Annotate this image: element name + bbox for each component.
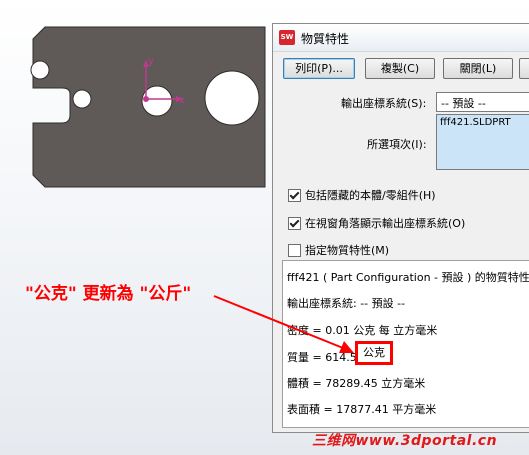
assign-props-checkbox[interactable] [288, 243, 301, 257]
output-coord-value: -- 預設 -- [441, 97, 486, 110]
assign-props-label: 指定物質特性(M) [305, 244, 390, 257]
area-line: 表面積 = 17877.41 平方毫米 [287, 403, 437, 416]
mass-unit-highlight: 公克 [355, 341, 393, 365]
volume-line: 體積 = 78289.45 立方毫米 [287, 377, 426, 390]
include-hidden-option[interactable]: 包括隱藏的本體/零組件(H) [288, 187, 436, 203]
list-item[interactable]: fff421.SLDPRT [440, 117, 511, 128]
show-coord-option[interactable]: 在視窗角落顯示輸出座標系統(O) [288, 215, 465, 231]
dialog-titlebar[interactable]: SW 物質特性 [273, 24, 529, 52]
print-button[interactable]: 列印(P)... [283, 58, 355, 79]
part-hole [30, 60, 50, 80]
selected-items-label: 所選項次(I): [367, 138, 427, 151]
more-button[interactable] [519, 58, 529, 79]
annotation-text: "公克" 更新為 "公斤" [25, 284, 192, 304]
show-coord-label: 在視窗角落顯示輸出座標系統(O) [305, 217, 466, 230]
include-hidden-checkbox[interactable] [288, 188, 301, 202]
mass-properties-dialog: SW 物質特性 列印(P)... 複製(C) 關閉(L) 輸出座標系統(S): … [272, 23, 529, 433]
solidworks-app-icon: SW [279, 30, 295, 45]
axis-y-label: y [148, 56, 154, 67]
show-coord-checkbox[interactable] [288, 216, 301, 230]
mass-line: 質量 = 614.57 [287, 351, 364, 364]
density-line: 密度 = 0.01 公克 每 立方毫米 [287, 324, 438, 337]
results-header: fff421 ( Part Configuration - 預設 ) 的物質特性 [287, 271, 529, 284]
copy-button[interactable]: 複製(C) [365, 58, 435, 79]
part-hole [204, 70, 260, 126]
results-panel[interactable]: fff421 ( Part Configuration - 預設 ) 的物質特性… [282, 260, 529, 428]
include-hidden-label: 包括隱藏的本體/零組件(H) [305, 189, 436, 202]
results-coord-line: 輸出座標系統: -- 預設 -- [287, 297, 406, 310]
selected-items-list[interactable]: fff421.SLDPRT [436, 114, 529, 170]
part-hole [72, 89, 92, 109]
output-coord-label: 輸出座標系統(S): [341, 97, 427, 110]
close-button[interactable]: 關閉(L) [443, 58, 513, 79]
output-coord-select[interactable]: -- 預設 -- [436, 92, 529, 112]
watermark: 三维网www.3dportal.cn [312, 433, 498, 449]
assign-props-option[interactable]: 指定物質特性(M) [288, 242, 389, 258]
axis-x-label: x [179, 95, 185, 106]
dialog-title: 物質特性 [301, 32, 350, 46]
